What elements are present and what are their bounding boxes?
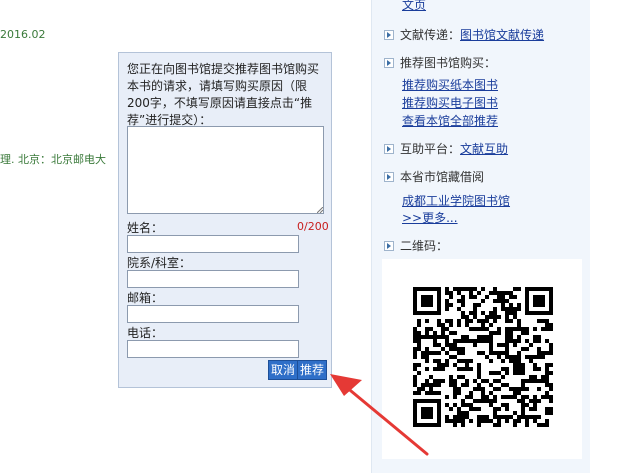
- date-fragment: 2016.02: [0, 28, 46, 41]
- recommend-heading-row: 推荐图书馆购买：: [384, 54, 496, 71]
- top-page-link[interactable]: 文页: [402, 0, 426, 13]
- local-heading: 本省市馆藏借阅: [400, 170, 485, 184]
- qr-code-box: [382, 259, 582, 459]
- qr-label: 二维码：: [400, 239, 449, 253]
- local-heading-row: 本省市馆藏借阅: [384, 168, 484, 185]
- name-field[interactable]: [127, 235, 299, 253]
- phone-label: 电话：: [127, 326, 164, 340]
- bullet-icon: [384, 143, 394, 154]
- right-sidebar: 文页 文献传递： 图书馆文献传递 推荐图书馆购买： 推荐购买纸本图书 推荐购买电…: [371, 0, 590, 473]
- bullet-icon: [384, 240, 394, 251]
- qr-heading-row: 二维码：: [384, 237, 448, 254]
- dept-label: 院系/科室：: [127, 256, 192, 270]
- view-all-recommend-link[interactable]: 查看本馆全部推荐: [402, 112, 498, 129]
- local-library-link[interactable]: 成都工业学院图书馆: [402, 192, 510, 209]
- delivery-label: 文献传递：: [400, 28, 461, 42]
- recommend-purchase-dialog: 您正在向图书馆提交推荐图书馆购买本书的请求，请填写购买原因（限200字，不填写原…: [118, 52, 332, 388]
- purchase-reason-textarea[interactable]: [127, 126, 324, 214]
- cancel-button[interactable]: 取消: [268, 360, 299, 380]
- submit-recommend-button[interactable]: 推荐: [297, 360, 328, 380]
- email-field[interactable]: [127, 305, 299, 323]
- mutual-row: 互助平台： 文献互助: [384, 140, 508, 157]
- phone-field[interactable]: [127, 340, 299, 358]
- qr-code-icon: [413, 287, 553, 427]
- publisher-fragment: 理. 北京：北京邮电大: [0, 153, 106, 166]
- delivery-link[interactable]: 图书馆文献传递: [460, 26, 544, 43]
- bullet-icon: [384, 171, 394, 182]
- dialog-intro-text: 您正在向图书馆提交推荐图书馆购买本书的请求，请填写购买原因（限200字，不填写原…: [127, 62, 320, 127]
- mutual-link[interactable]: 文献互助: [460, 140, 508, 157]
- delivery-row: 文献传递： 图书馆文献传递: [384, 26, 544, 43]
- dept-field[interactable]: [127, 270, 299, 288]
- more-link[interactable]: >>更多...: [402, 209, 458, 226]
- name-label: 姓名：: [127, 221, 164, 235]
- mutual-label: 互助平台：: [400, 142, 461, 156]
- email-label: 邮箱：: [127, 291, 164, 305]
- recommend-ebook-link[interactable]: 推荐购买电子图书: [402, 94, 498, 111]
- recommend-heading: 推荐图书馆购买：: [400, 56, 497, 70]
- resize-grip-icon[interactable]: [317, 207, 323, 213]
- bullet-icon: [384, 29, 394, 40]
- recommend-print-link[interactable]: 推荐购买纸本图书: [402, 76, 498, 93]
- bullet-icon: [384, 57, 394, 68]
- char-counter: 0/200: [297, 220, 329, 233]
